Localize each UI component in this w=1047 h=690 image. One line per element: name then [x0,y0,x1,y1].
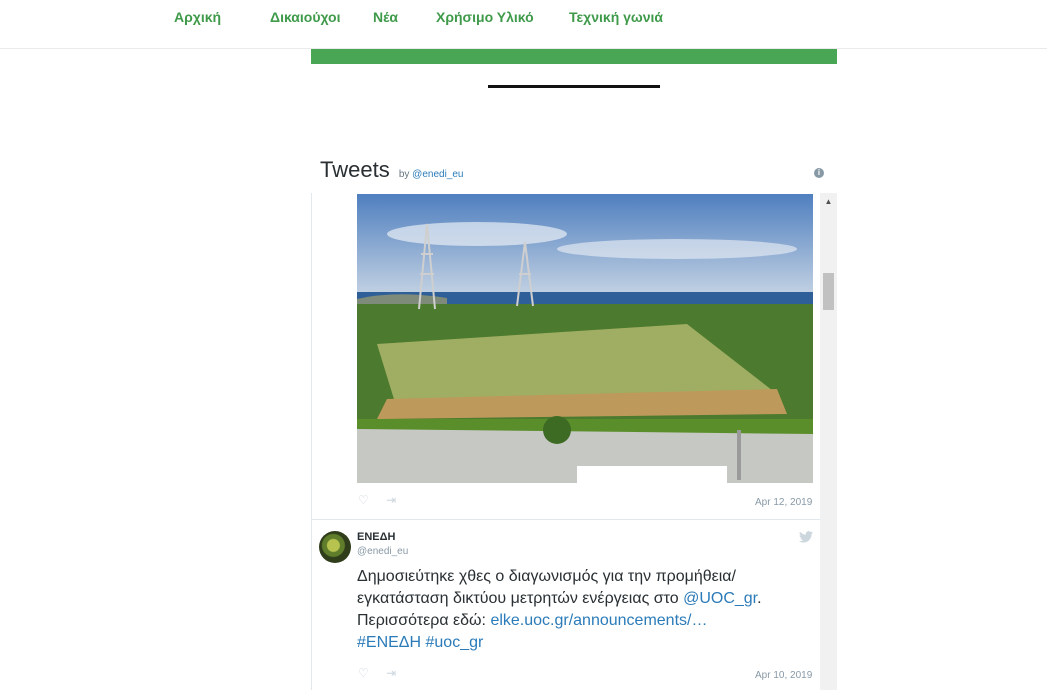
author-avatar[interactable] [319,531,351,563]
by-prefix: by [398,169,410,180]
tweet-url-link[interactable]: elke.uoc.gr/announcements/… [490,612,707,629]
nav-link-technical-corner[interactable]: Τεχνική γωνιά [569,9,663,25]
nav-link-news[interactable]: Νέα [373,9,398,25]
share-icon[interactable]: ⇥ [386,493,396,507]
tweet-author-name[interactable]: ΕΝΕΔΗ [357,531,395,543]
tweet-2-actions: ♡ ⇥ [358,666,396,680]
nav-link-useful-material[interactable]: Χρήσιμο Υλικό [436,9,534,25]
tweets-by-handle-link[interactable]: @enedi_eu [412,169,463,180]
timeline-scrollbar[interactable]: ▲ [820,193,837,690]
scroll-up-arrow-icon[interactable]: ▲ [820,193,837,210]
section-divider [488,85,660,88]
hashtag-link-1[interactable]: #ΕΝΕΔΗ [357,634,421,651]
tweet-1-date[interactable]: Apr 12, 2019 [755,497,812,508]
scroll-thumb[interactable] [823,273,834,310]
tweet-2-date[interactable]: Apr 10, 2019 [755,670,812,681]
green-banner-bar [311,49,837,64]
tweets-widget-header: Tweets by @enedi_eu [320,157,463,183]
heart-icon[interactable]: ♡ [358,666,369,680]
tweet-author-handle[interactable]: @enedi_eu [357,546,408,557]
heart-icon[interactable]: ♡ [358,493,369,507]
nav-link-beneficiaries[interactable]: Δικαιούχοι [270,9,341,25]
tweet-photo[interactable] [357,194,813,483]
twitter-bird-icon[interactable] [799,531,813,543]
tweets-by-label: by @enedi_eu [399,169,464,180]
hashtag-link-2[interactable]: #uoc_gr [426,634,484,651]
top-navigation: Αρχική Δικαιούχοι Νέα Χρήσιμο Υλικό Τεχν… [0,0,1047,49]
tweet-text: Δημοσιεύτηκε χθες ο διαγωνισμός για την … [357,566,827,654]
tweet-text-part-1: Δημοσιεύτηκε χθες ο διαγωνισμός για την … [357,568,736,607]
tweet-1-actions: ♡ ⇥ [358,493,396,507]
mention-link[interactable]: @UOC_gr [683,590,757,607]
info-icon[interactable]: i [814,168,824,178]
tweets-title: Tweets [320,157,390,182]
share-icon[interactable]: ⇥ [386,666,396,680]
tweet-separator [311,519,820,520]
nav-link-home[interactable]: Αρχική [174,9,221,25]
